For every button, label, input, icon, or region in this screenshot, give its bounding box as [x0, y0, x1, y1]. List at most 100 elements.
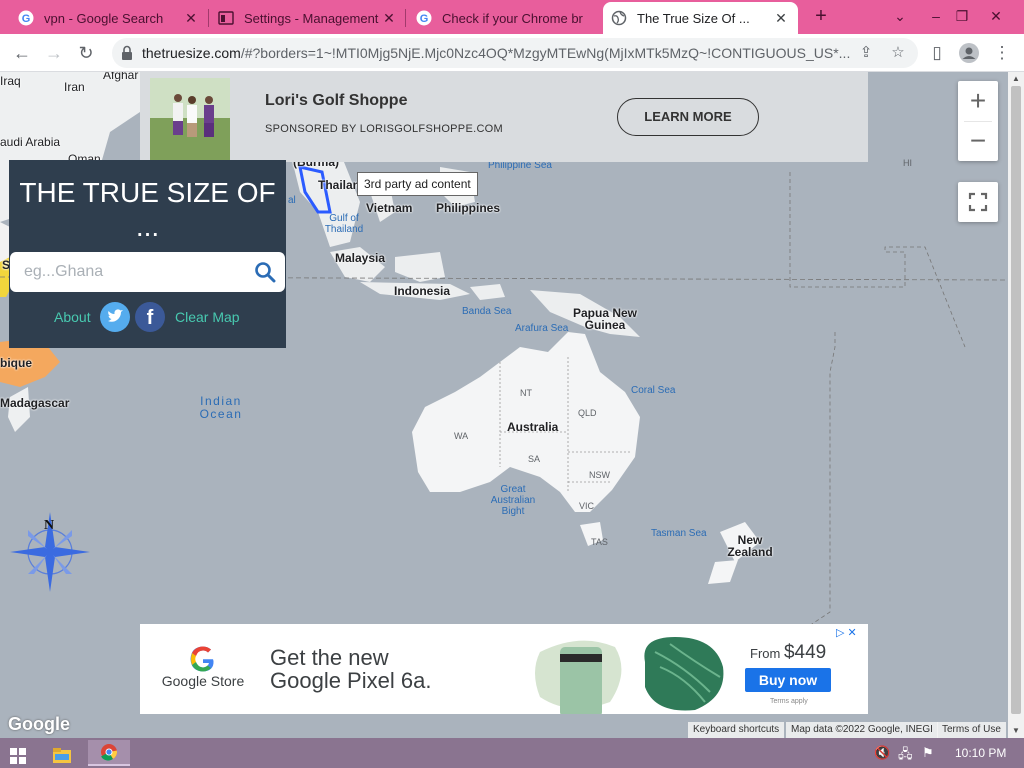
chrome-taskbar-button[interactable]: [88, 740, 130, 766]
google-watermark-logo: Google: [8, 714, 70, 734]
tab-title: Settings - Management: [244, 10, 379, 26]
scroll-up-arrow-icon[interactable]: ▲: [1008, 72, 1024, 86]
map-viewport[interactable]: Iraq Iran Afghar audi Arabia Oman Thaila…: [0, 72, 1008, 738]
address-bar[interactable]: thetruesize.com/#?borders=1~!MTI0Mjg5NjE…: [112, 38, 918, 68]
close-window-button[interactable]: ✕: [980, 2, 1012, 30]
terms-apply-text: Terms apply: [770, 698, 808, 705]
pixel-case-image: [644, 637, 724, 711]
map-label-iraq: Iraq: [0, 74, 21, 88]
restore-button[interactable]: ❐: [946, 2, 978, 30]
fullscreen-button[interactable]: [958, 182, 998, 222]
forward-button[interactable]: →: [42, 41, 66, 65]
compass-north-label: N: [44, 518, 55, 533]
ad-headline: Get the new Google Pixel 6a.: [270, 645, 432, 693]
zoom-control: + −: [958, 81, 998, 161]
map-label-philippines: Philippines: [436, 201, 501, 215]
map-label-tasman-sea: Tasman Sea: [651, 528, 707, 539]
true-size-search-panel: THE TRUE SIZE OF ... About f Clear Map: [9, 160, 286, 348]
google-icon: G: [416, 10, 432, 26]
close-icon[interactable]: ✕: [380, 9, 398, 27]
close-icon[interactable]: ✕: [772, 9, 790, 27]
tab-vpn-search[interactable]: G vpn - Google Search ✕: [10, 2, 208, 34]
map-label-banda-sea: Banda Sea: [462, 306, 512, 317]
side-panel-icon[interactable]: ▯: [925, 41, 949, 65]
map-label-mozambique: bique: [0, 356, 32, 370]
map-label-gulf-of-thailand: Gulf of Thailand: [324, 213, 364, 235]
map-label-nt: NT: [520, 388, 532, 398]
svg-text:G: G: [420, 13, 429, 25]
facebook-icon[interactable]: f: [135, 302, 165, 332]
windows-taskbar: 🔇 🖧 ⚑ 10:10 PM: [0, 738, 1024, 768]
search-icon[interactable]: [254, 261, 276, 283]
ad-sponsor-line: SPONSORED BY LORISGOLFSHOPPE.COM: [265, 123, 504, 135]
map-label-wa: WA: [454, 431, 469, 441]
map-label-coral-sea: Coral Sea: [631, 385, 676, 396]
tab-check-chrome[interactable]: G Check if your Chrome br: [408, 2, 604, 34]
map-label-vietnam: Vietnam: [366, 201, 413, 215]
network-icon[interactable]: 🖧: [898, 745, 913, 767]
map-label-hi: HI: [903, 158, 912, 168]
share-icon[interactable]: ⇪: [856, 43, 876, 63]
taskbar-clock[interactable]: 10:10 PM: [955, 746, 1006, 760]
volume-muted-icon[interactable]: 🔇: [874, 745, 890, 767]
map-label-papua-new-guinea: Papua New Guinea: [572, 306, 638, 332]
tab-settings-management[interactable]: Settings - Management ✕: [210, 2, 406, 34]
terms-of-use-link[interactable]: Terms of Use: [937, 722, 1006, 738]
tab-strip: G vpn - Google Search ✕ Settings - Manag…: [0, 0, 1024, 34]
chrome-icon: [101, 744, 118, 761]
new-tab-button[interactable]: +: [810, 6, 832, 28]
reload-button[interactable]: ↻: [74, 41, 98, 65]
bottom-advertisement[interactable]: Google Store Get the new Google Pixel 6a…: [140, 624, 868, 714]
map-label-sa: SA: [528, 454, 541, 464]
map-label-indian-ocean: Indian Ocean: [199, 394, 243, 421]
scrollbar-thumb[interactable]: [1011, 86, 1021, 714]
google-icon: G: [18, 10, 34, 26]
notification-warning-icon[interactable]: ⚑: [922, 745, 934, 767]
panel-title: THE TRUE SIZE OF ...: [19, 177, 276, 242]
google-store-label: Google Store: [161, 673, 245, 689]
panel-links: About f Clear Map: [9, 300, 286, 332]
clear-map-link[interactable]: Clear Map: [175, 309, 240, 325]
adchoices-icon[interactable]: ▷ ✕: [836, 626, 857, 639]
profile-avatar-icon[interactable]: [957, 41, 981, 65]
page-scrollbar[interactable]: ▲ ▼: [1008, 72, 1024, 738]
settings-page-icon: [218, 11, 234, 25]
zoom-out-button[interactable]: −: [958, 121, 998, 161]
lock-icon: [122, 45, 132, 60]
google-g-logo-icon: [190, 646, 214, 672]
about-link[interactable]: About: [54, 309, 91, 325]
zoom-in-button[interactable]: +: [958, 81, 998, 121]
back-button[interactable]: ←: [10, 41, 34, 65]
bookmark-star-icon[interactable]: ☆: [888, 43, 908, 63]
buy-now-button[interactable]: Buy now: [745, 668, 831, 692]
svg-text:G: G: [22, 13, 31, 25]
tab-title: The True Size Of ...: [637, 10, 750, 26]
map-label-tas: TAS: [591, 537, 608, 547]
scroll-down-arrow-icon[interactable]: ▼: [1008, 724, 1024, 738]
close-icon[interactable]: ✕: [182, 9, 200, 27]
map-label-arafura-sea: Arafura Sea: [515, 323, 569, 334]
url-path: /#?borders=1~!MTI0Mjg5NjE.Mjc0Nzc4OQ*Mzg…: [240, 45, 851, 61]
tab-search-chevron-icon[interactable]: ⌄: [884, 2, 916, 30]
country-search-box: [10, 252, 285, 292]
tab-divider: [405, 9, 406, 27]
map-label-iran: Iran: [64, 80, 85, 94]
twitter-icon[interactable]: [100, 302, 130, 332]
keyboard-shortcuts-link[interactable]: Keyboard shortcuts: [688, 722, 785, 738]
map-label-indonesia: Indonesia: [394, 284, 451, 298]
map-data-attribution: Map data ©2022 Google, INEGI: [786, 722, 938, 738]
menu-kebab-icon[interactable]: ⋮: [990, 41, 1014, 65]
map-label-afghanistan: Afghar: [103, 72, 139, 82]
ad-tooltip: 3rd party ad content: [357, 172, 478, 196]
pixel-phone-image: [535, 640, 622, 714]
map-label-qld: QLD: [578, 408, 597, 418]
map-label-malaysia: Malaysia: [335, 251, 386, 265]
map-label-thailand: Thailan: [318, 178, 361, 192]
file-explorer-icon[interactable]: [52, 744, 72, 766]
tab-true-size[interactable]: The True Size Of ... ✕: [603, 2, 798, 34]
country-search-input[interactable]: [24, 260, 244, 284]
price-line: From $449: [750, 642, 826, 664]
learn-more-button[interactable]: LEARN MORE: [617, 98, 759, 136]
windows-start-icon[interactable]: [10, 745, 26, 767]
top-advertisement[interactable]: Lori's Golf Shoppe SPONSORED BY LORISGOL…: [140, 72, 868, 162]
